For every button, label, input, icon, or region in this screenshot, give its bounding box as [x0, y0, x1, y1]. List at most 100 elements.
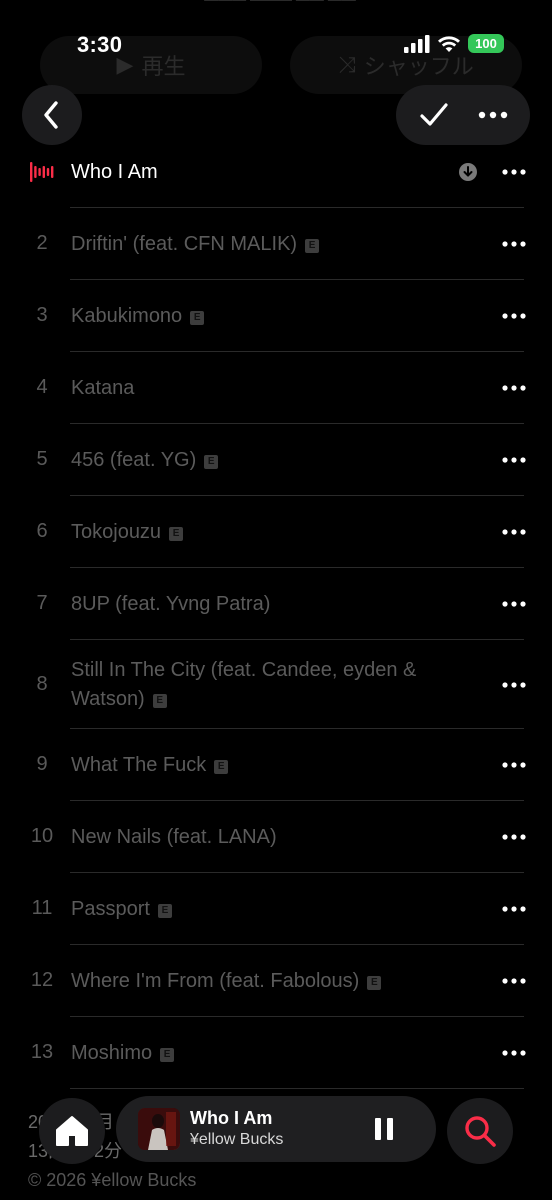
explicit-badge: E — [190, 310, 205, 325]
track-number: 3 — [36, 304, 48, 326]
track-row[interactable]: 13 Moshimo E — [0, 1017, 552, 1089]
track-title-container: 8UP (feat. Yvng Patra) — [71, 590, 470, 619]
track-title: Still In The City (feat. Candee, eyden &… — [71, 658, 417, 710]
explicit-badge: E — [204, 454, 219, 469]
track-number: 9 — [36, 753, 48, 775]
pause-button[interactable] — [368, 1113, 400, 1145]
search-icon — [465, 1116, 496, 1147]
mini-player-title: Who I Am — [190, 1108, 273, 1128]
track-title: 8UP (feat. Yvng Patra) — [71, 592, 271, 615]
track-more-button[interactable] — [498, 160, 530, 184]
explicit-badge: E — [169, 526, 184, 541]
track-row[interactable]: 4 Katana — [0, 352, 552, 424]
battery-indicator: 100 — [468, 34, 504, 53]
track-row[interactable]: 11 Passport E — [0, 873, 552, 945]
row-divider — [70, 1088, 524, 1089]
track-row[interactable]: 3 Kabukimono E — [0, 280, 552, 352]
artwork-figure-icon — [138, 1108, 180, 1150]
track-title-container: Driftin' (feat. CFN MALIK) E — [71, 230, 470, 259]
track-number: 2 — [36, 232, 48, 254]
track-title-container: Where I'm From (feat. Fabolous) E — [71, 967, 470, 996]
track-number: 5 — [36, 448, 48, 470]
status-icons: 100 — [404, 34, 504, 53]
track-more-button[interactable] — [498, 969, 530, 993]
track-more-button[interactable] — [498, 825, 530, 849]
track-row[interactable]: 10 New Nails (feat. LANA) — [0, 801, 552, 873]
track-row[interactable]: 2 Driftin' (feat. CFN MALIK) E — [0, 208, 552, 280]
track-title: What The Fuck — [71, 753, 207, 776]
ellipsis-icon — [502, 241, 526, 247]
downloaded-icon — [459, 163, 477, 181]
done-button[interactable] — [407, 88, 461, 142]
chevron-left-icon — [44, 101, 58, 129]
track-number: 8 — [36, 672, 48, 695]
now-playing-icon — [30, 162, 54, 182]
ellipsis-icon — [502, 1050, 526, 1056]
ellipsis-icon — [502, 601, 526, 607]
pause-icon — [375, 1118, 381, 1140]
track-more-button[interactable] — [498, 376, 530, 400]
track-title-container: Who I Am — [71, 158, 470, 187]
track-more-button[interactable] — [498, 592, 530, 616]
track-number: 11 — [31, 897, 53, 919]
search-button[interactable] — [447, 1098, 513, 1164]
track-number: 7 — [36, 592, 48, 614]
explicit-badge: E — [214, 759, 229, 774]
ellipsis-icon — [502, 169, 526, 175]
track-row[interactable]: 6 Tokojouzu E — [0, 496, 552, 568]
track-title-container: Still In The City (feat. Candee, eyden &… — [71, 656, 470, 714]
track-row[interactable]: 12 Where I'm From (feat. Fabolous) E — [0, 945, 552, 1017]
copyright: © 2026 ¥ellow Bucks — [28, 1170, 197, 1190]
track-list: Who I Am 2 Driftin' (feat. CFN MALIK) E 3 Kab… — [0, 136, 552, 1089]
track-more-button[interactable] — [498, 232, 530, 256]
ellipsis-icon — [502, 385, 526, 391]
album-track-list-screen: ▬▬▬ ▬▬▬ ▬▬ ▬▬ ▶ 再生 ⤨ シャッフル 3:30 100 — [0, 0, 552, 1200]
track-title: New Nails (feat. LANA) — [71, 825, 277, 848]
home-icon — [56, 1116, 88, 1146]
track-title-container: New Nails (feat. LANA) — [71, 823, 470, 852]
pause-icon-bar — [387, 1118, 393, 1140]
album-artwork-thumbnail — [138, 1108, 180, 1150]
ellipsis-icon — [502, 906, 526, 912]
track-title-container: Katana — [71, 374, 470, 403]
home-button[interactable] — [39, 1098, 105, 1164]
track-row[interactable]: 8 Still In The City (feat. Candee, eyden … — [0, 640, 552, 729]
track-row[interactable]: Who I Am — [0, 136, 552, 208]
track-title: Passport — [71, 897, 150, 920]
ellipsis-icon — [502, 834, 526, 840]
track-more-button[interactable] — [498, 448, 530, 472]
track-title: Tokojouzu — [71, 520, 162, 543]
track-number: 12 — [30, 969, 54, 991]
track-title: Where I'm From (feat. Fabolous) — [71, 969, 360, 992]
track-row[interactable]: 5 456 (feat. YG) E — [0, 424, 552, 496]
ellipsis-icon — [502, 529, 526, 535]
mini-player[interactable]: Who I Am ¥ellow Bucks — [116, 1096, 436, 1162]
explicit-badge: E — [157, 903, 172, 918]
track-title-container: Passport E — [71, 895, 470, 924]
track-more-button[interactable] — [498, 1041, 530, 1065]
ellipsis-icon — [502, 978, 526, 984]
track-number: 4 — [36, 376, 48, 398]
track-more-button[interactable] — [498, 753, 530, 777]
track-number: 10 — [30, 825, 54, 847]
status-bar: 3:30 100 — [0, 0, 552, 80]
status-time: 3:30 — [77, 32, 123, 57]
more-options-button[interactable] — [466, 88, 520, 142]
wifi-icon — [438, 35, 460, 52]
checkmark-icon — [419, 103, 448, 126]
track-more-button[interactable] — [498, 673, 530, 697]
track-more-button[interactable] — [498, 897, 530, 921]
track-more-button[interactable] — [498, 304, 530, 328]
explicit-badge: E — [367, 975, 382, 990]
track-row[interactable]: 9 What The Fuck E — [0, 729, 552, 801]
cellular-signal-icon — [404, 34, 430, 53]
ellipsis-icon — [502, 681, 526, 688]
track-title-container: Kabukimono E — [71, 302, 470, 331]
explicit-badge: E — [152, 693, 167, 708]
track-row[interactable]: 7 8UP (feat. Yvng Patra) — [0, 568, 552, 640]
ellipsis-icon — [502, 457, 526, 463]
track-more-button[interactable] — [498, 520, 530, 544]
ellipsis-icon — [502, 313, 526, 319]
track-title: Katana — [71, 376, 135, 399]
track-title: Moshimo — [71, 1041, 153, 1064]
